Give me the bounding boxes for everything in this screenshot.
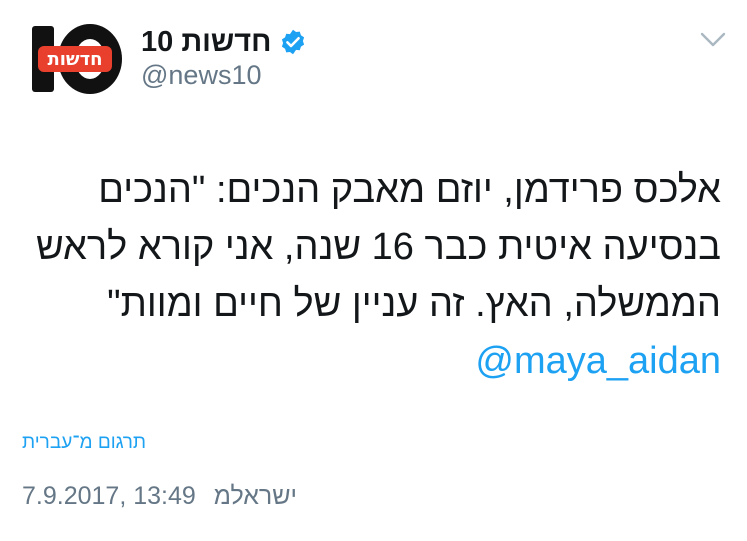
mention-link[interactable]: @maya_aidan: [31, 333, 721, 390]
tweet-text: אלכס פרידמן, יוזם מאבק הנכים: "הנכים בנס…: [31, 162, 721, 390]
avatar[interactable]: חדשות: [28, 22, 124, 96]
verified-badge-icon: [282, 29, 305, 55]
tweet-text-line: הממשלה, האץ. זה עניין של חיים ומוות": [107, 283, 721, 325]
author-display-name[interactable]: חדשות 10: [141, 26, 271, 59]
avatar-badge-text: חדשות: [47, 49, 102, 70]
tweet-meta: 7.9.2017, 13:49 ישראלמ: [22, 482, 297, 511]
author-name-row: חדשות 10: [141, 24, 307, 60]
tweet-timestamp[interactable]: 7.9.2017, 13:49: [22, 482, 196, 511]
tweet-location: ישראלמ: [213, 482, 297, 510]
author-handle[interactable]: @news10: [141, 60, 261, 91]
chevron-down-icon[interactable]: [698, 28, 728, 50]
tweet-text-line: אלכס פרידמן, יוזם מאבק הנכים: "הנכים: [98, 169, 721, 211]
translate-link[interactable]: תרגום מ־עברית: [22, 432, 146, 454]
tweet-card: חדשות חדשות 10 @news10 אלכס פרידמן, יוזם…: [0, 0, 747, 541]
tweet-text-line: בנסיעה איטית כבר 16 שנה, אני קורא לראש: [36, 226, 721, 268]
